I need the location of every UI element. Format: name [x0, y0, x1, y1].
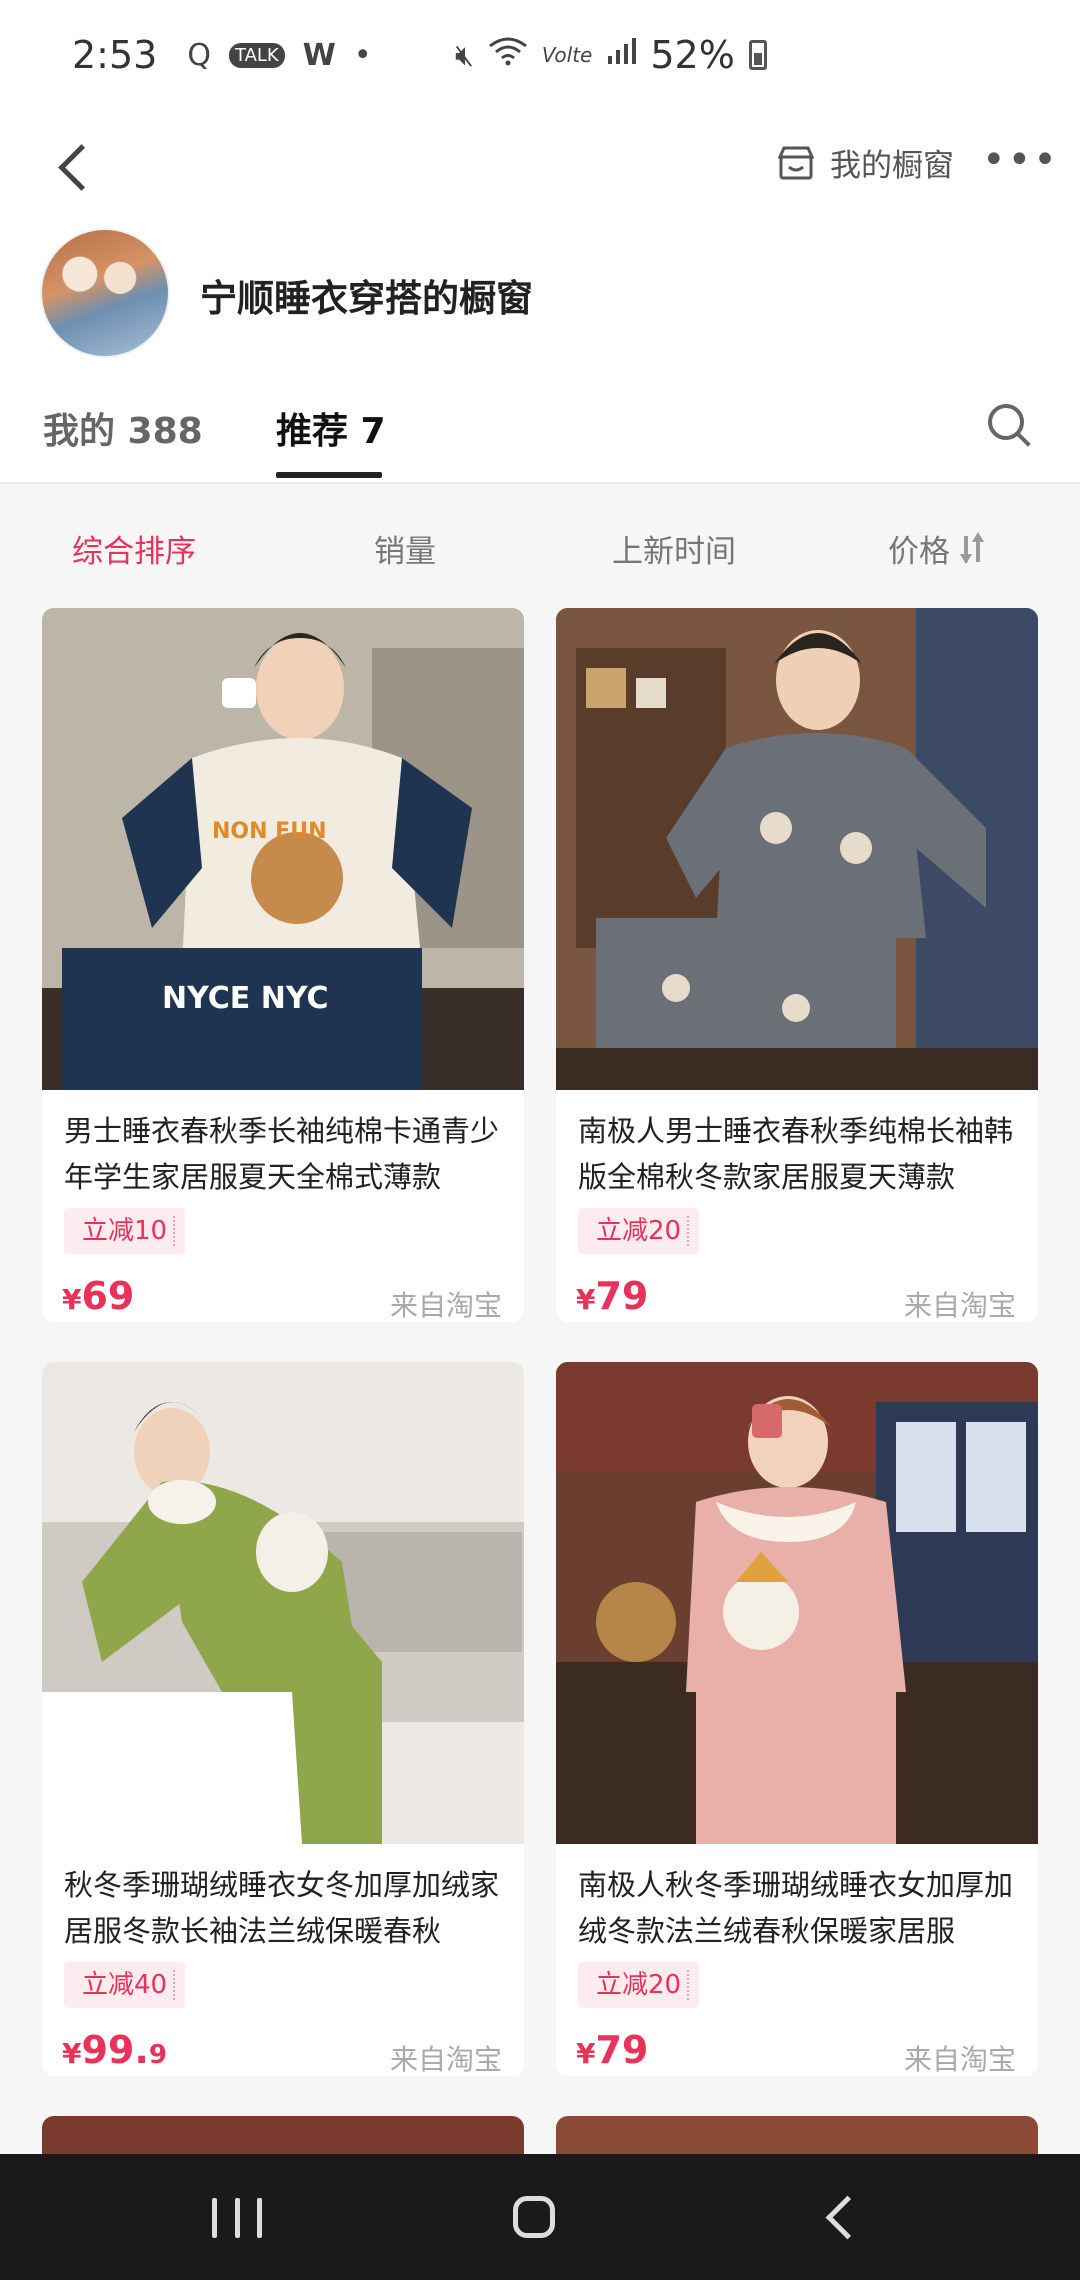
- product-card-partial[interactable]: [556, 2116, 1038, 2154]
- shop-info: 宁顺睡衣穿搭的橱窗: [0, 228, 1080, 358]
- tab-recommended[interactable]: 推荐 7: [276, 402, 386, 454]
- product-source: 来自淘宝: [903, 2043, 1016, 2076]
- sort-bar: 综合排序 销量 上新时间 价格: [0, 484, 1080, 609]
- product-price: ¥79: [576, 1274, 648, 1318]
- product-source: 来自淘宝: [903, 1289, 1016, 1322]
- product-card-partial[interactable]: [42, 2116, 524, 2154]
- product-feed: 综合排序 销量 上新时间 价格 NON FUN NYCE NYC 男士睡衣春秋季…: [0, 484, 1080, 2154]
- battery-percent: 52%: [650, 33, 735, 77]
- product-price: ¥79: [576, 2028, 648, 2072]
- my-window-label: 我的橱窗: [830, 148, 954, 184]
- home-icon[interactable]: [513, 2196, 555, 2238]
- recents-icon[interactable]: [212, 2198, 262, 2238]
- shop-avatar[interactable]: [40, 228, 170, 358]
- svg-text:NYCE NYC: NYCE NYC: [162, 981, 329, 1016]
- more-options-icon[interactable]: •••: [982, 140, 1059, 180]
- discount-badge: 立减40: [64, 1962, 186, 2008]
- discount-badge: 立减20: [578, 1962, 700, 2008]
- sort-price[interactable]: 价格: [888, 526, 986, 571]
- product-card[interactable]: 南极人秋冬季珊瑚绒睡衣女加厚加绒冬款法兰绒春秋保暖家居服 立减20 ¥79 来自…: [556, 1362, 1038, 2076]
- system-back-icon[interactable]: [825, 2195, 870, 2240]
- wifi-icon: [488, 36, 528, 74]
- product-title: 男士睡衣春秋季长袖纯棉卡通青少年学生家居服夏天全棉式薄款: [64, 1114, 500, 1194]
- product-image: [42, 1362, 524, 1844]
- price-integer: 99.: [81, 2028, 149, 2072]
- status-bar: 2:53 Q TALK W • 🔇︎ Volte 52%: [0, 0, 1080, 110]
- price-integer: 79: [595, 2028, 649, 2072]
- product-image: NON FUN NYCE NYC: [42, 608, 524, 1090]
- svg-text:NON FUN: NON FUN: [212, 819, 327, 844]
- notification-q-icon: Q: [187, 37, 211, 73]
- sort-new-arrivals[interactable]: 上新时间: [612, 526, 736, 571]
- product-source: 来自淘宝: [389, 2043, 502, 2076]
- active-tab-indicator: [276, 472, 382, 478]
- price-decimal: 9: [148, 2040, 167, 2070]
- price-currency: ¥: [576, 1283, 596, 1316]
- product-image: [556, 1362, 1038, 1844]
- sort-price-label: 价格: [888, 534, 950, 570]
- back-chevron-icon: [57, 143, 105, 191]
- more-notifications-dot-icon: •: [353, 37, 372, 73]
- price-currency: ¥: [62, 1283, 82, 1316]
- product-title: 秋冬季珊瑚绒睡衣女冬加厚加绒家居服冬款长袖法兰绒保暖春秋: [64, 1868, 500, 1948]
- sort-arrows-icon: [960, 531, 986, 566]
- system-nav-bar: [0, 2154, 1080, 2280]
- kakaotalk-icon: TALK: [228, 42, 285, 68]
- signal-icon: [606, 36, 637, 74]
- product-card[interactable]: NON FUN NYCE NYC 男士睡衣春秋季长袖纯棉卡通青少年学生家居服夏天…: [42, 608, 524, 1322]
- price-currency: ¥: [576, 2037, 596, 2070]
- battery-icon: [748, 40, 767, 70]
- mute-icon: 🔇︎: [455, 37, 474, 73]
- shop-title: 宁顺睡衣穿搭的橱窗: [200, 277, 533, 320]
- search-icon[interactable]: [984, 400, 1034, 450]
- price-integer: 79: [595, 1274, 649, 1318]
- price-integer: 69: [81, 1274, 135, 1318]
- price-currency: ¥: [62, 2037, 82, 2070]
- tab-bar: 我的 388 推荐 7: [0, 380, 1080, 484]
- product-title: 南极人秋冬季珊瑚绒睡衣女加厚加绒冬款法兰绒春秋保暖家居服: [578, 1868, 1014, 1948]
- product-image: [556, 608, 1038, 1090]
- back-button[interactable]: [40, 132, 110, 202]
- w-app-icon: W: [302, 37, 336, 73]
- discount-badge: 立减20: [578, 1208, 700, 1254]
- product-card[interactable]: 南极人男士睡衣春秋季纯棉长袖韩版全棉秋冬款家居服夏天薄款 立减20 ¥79 来自…: [556, 608, 1038, 1322]
- my-window-button[interactable]: 我的橱窗: [776, 140, 954, 185]
- product-price: ¥69: [62, 1274, 134, 1318]
- status-time: 2:53: [72, 33, 158, 77]
- discount-badge: 立减10: [64, 1208, 186, 1254]
- product-card[interactable]: 秋冬季珊瑚绒睡衣女冬加厚加绒家居服冬款长袖法兰绒保暖春秋 立减40 ¥99.9 …: [42, 1362, 524, 2076]
- sort-sales[interactable]: 销量: [374, 526, 436, 571]
- sort-comprehensive[interactable]: 综合排序: [72, 526, 196, 571]
- volte-icon: Volte: [541, 43, 593, 67]
- product-price: ¥99.9: [62, 2028, 167, 2072]
- storefront-icon: [776, 145, 816, 181]
- tab-mine[interactable]: 我的 388: [43, 402, 203, 454]
- product-title: 南极人男士睡衣春秋季纯棉长袖韩版全棉秋冬款家居服夏天薄款: [578, 1114, 1014, 1194]
- product-source: 来自淘宝: [389, 1289, 502, 1322]
